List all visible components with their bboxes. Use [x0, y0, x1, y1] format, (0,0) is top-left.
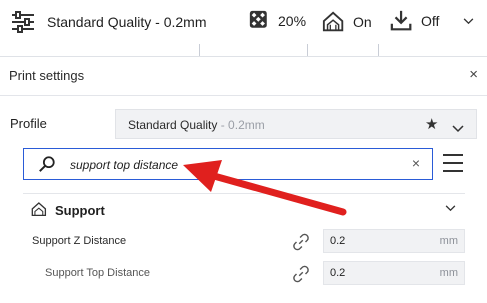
- divider: [378, 44, 379, 56]
- panel-header: Print settings ×: [0, 57, 487, 96]
- setting-value-field[interactable]: 0.2 mm: [323, 229, 465, 253]
- settings-menu-icon[interactable]: [443, 154, 463, 172]
- profile-name-text: Standard Quality: [128, 118, 218, 132]
- divider: [307, 44, 308, 56]
- category-label: Support: [55, 203, 105, 218]
- search-input[interactable]: support top distance: [70, 158, 178, 172]
- profile-select[interactable]: Standard Quality - 0.2mm ★: [115, 109, 477, 139]
- profile-label: Profile: [10, 116, 47, 131]
- setting-value: 0.2: [330, 267, 346, 279]
- setting-label: Support Top Distance: [45, 267, 150, 279]
- panel-title: Print settings: [9, 68, 85, 83]
- link-icon[interactable]: [292, 233, 310, 251]
- category-support[interactable]: Support: [23, 196, 465, 224]
- toolbar-gap: [0, 44, 487, 56]
- search-icon: [39, 156, 55, 172]
- setting-row-support-top-distance: Support Top Distance 0.2 mm: [0, 261, 487, 287]
- profile-summary-label: Standard Quality - 0.2mm: [47, 14, 207, 30]
- menu-line: [443, 170, 463, 172]
- settings-sliders-icon: [12, 11, 34, 33]
- support-state: On: [353, 14, 372, 30]
- adhesion-icon: [390, 10, 412, 31]
- chevron-down-icon[interactable]: [452, 114, 464, 134]
- print-setup-toolbar: Standard Quality - 0.2mm 20% On Off: [0, 0, 487, 44]
- infill-value: 20%: [278, 13, 307, 29]
- clear-search-icon[interactable]: ×: [412, 155, 420, 171]
- setting-row-support-z-distance: Support Z Distance 0.2 mm: [0, 229, 487, 255]
- star-icon[interactable]: ★: [425, 115, 438, 133]
- support-icon: [322, 11, 344, 32]
- menu-line: [443, 162, 463, 164]
- setting-unit: mm: [439, 267, 458, 279]
- support-icon: [31, 202, 47, 217]
- setting-unit: mm: [439, 235, 458, 247]
- link-icon[interactable]: [292, 265, 310, 283]
- menu-line: [443, 154, 463, 156]
- chevron-down-icon[interactable]: [445, 205, 456, 212]
- chevron-down-icon[interactable]: [463, 18, 474, 25]
- setting-value-field[interactable]: 0.2 mm: [323, 261, 465, 285]
- profile-name: Standard Quality - 0.2mm: [128, 118, 265, 132]
- divider: [199, 44, 200, 56]
- close-icon[interactable]: ×: [469, 66, 478, 83]
- profile-summary-button[interactable]: Standard Quality - 0.2mm: [10, 9, 207, 35]
- divider: [23, 193, 465, 194]
- support-toggle-button[interactable]: On: [322, 10, 372, 34]
- adhesion-state: Off: [421, 13, 440, 29]
- setting-value: 0.2: [330, 235, 346, 247]
- infill-button[interactable]: 20%: [249, 10, 306, 32]
- adhesion-toggle-button[interactable]: Off: [390, 9, 439, 33]
- settings-search-field[interactable]: support top distance ×: [23, 148, 433, 180]
- infill-icon: [249, 10, 267, 28]
- profile-layer-height: - 0.2mm: [217, 118, 265, 132]
- setting-label: Support Z Distance: [32, 235, 127, 247]
